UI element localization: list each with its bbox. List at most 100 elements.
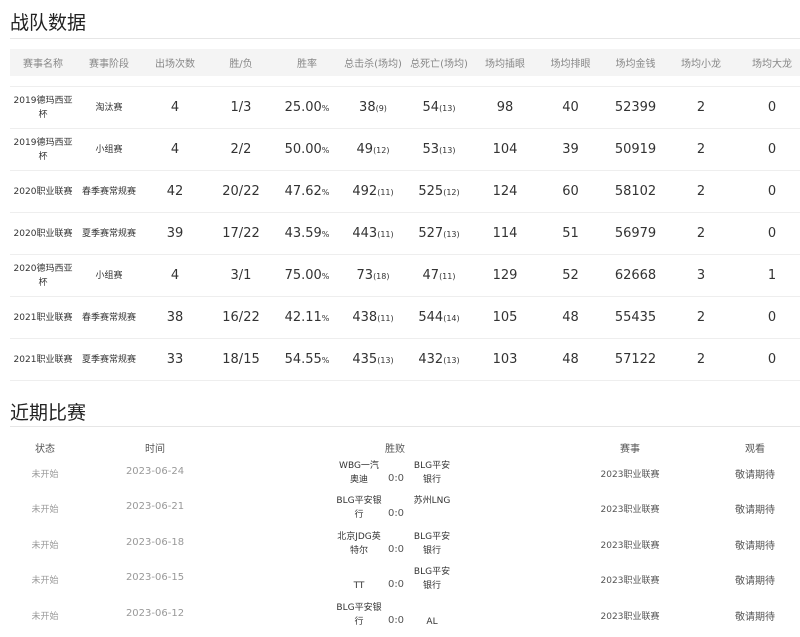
- win-loss: 1/3: [230, 100, 252, 115]
- total-kills: 49: [356, 142, 374, 157]
- event-name: 2019德玛西亚杯: [13, 95, 73, 120]
- match-time: 2023-06-12: [125, 608, 185, 619]
- total-kills: 492: [352, 184, 378, 199]
- away-team: BLG平安银行: [413, 567, 451, 591]
- table-cell: 1/3: [208, 86, 274, 129]
- match-event: 2023职业联赛: [600, 612, 660, 622]
- stage-name: 春季赛常规赛: [81, 312, 136, 323]
- table-cell: 2021职业联赛: [10, 338, 76, 381]
- column-header-watch: 观看: [745, 444, 765, 455]
- column-header: 胜率: [274, 49, 340, 76]
- table-cell: 淘汰赛: [76, 86, 142, 129]
- column-header: 场均大龙: [734, 49, 800, 76]
- avg-gold: 57122: [614, 352, 657, 367]
- win-rate-unit: %: [321, 146, 330, 155]
- match-score: 0:0: [387, 508, 405, 519]
- avg-barons: 0: [767, 184, 777, 199]
- match-time: 2023-06-18: [125, 537, 185, 548]
- total-kills: 73: [356, 268, 374, 283]
- column-header: 出场次数: [142, 49, 208, 76]
- table-cell: 3: [668, 254, 734, 297]
- watch-link[interactable]: 敬请期待: [725, 608, 785, 623]
- total-deaths: 53: [422, 142, 440, 157]
- table-cell: 小组赛: [76, 254, 142, 297]
- table-row: 2019德玛西亚杯 小组赛 4 2/2 50.00% 49(12) 53(13) 104 39 5…: [10, 128, 800, 171]
- table-cell: 103: [472, 338, 538, 381]
- table-cell: 2020职业联赛: [10, 170, 76, 213]
- match-row: 未开始 2023-06-24 WBG一汽奥迪 0:0 BLG平安银行 2023职…: [10, 459, 800, 495]
- event-name: 2020德玛西亚杯: [13, 263, 73, 288]
- table-cell: 0: [734, 338, 800, 381]
- table-cell: 3/1: [208, 254, 274, 297]
- table-cell: 4: [142, 86, 208, 129]
- played-count: 38: [166, 310, 184, 325]
- table-cell: 2/2: [208, 128, 274, 171]
- match-status: 未开始: [31, 505, 59, 515]
- table-cell: 60: [538, 170, 603, 213]
- deaths-average: (12): [443, 188, 460, 197]
- watch-link[interactable]: 敬请期待: [725, 572, 785, 587]
- avg-wards-cleared: 60: [562, 184, 579, 199]
- watch-link[interactable]: 敬请期待: [725, 466, 785, 481]
- win-rate: 25.00: [284, 100, 322, 115]
- win-rate: 50.00: [284, 142, 322, 157]
- watch-link[interactable]: 敬请期待: [725, 501, 785, 516]
- table-row: 2020职业联赛 夏季赛常规赛 39 17/22 43.59% 443(11) 527(13…: [10, 212, 800, 255]
- avg-wards: 103: [492, 352, 518, 367]
- away-team: AL: [426, 617, 438, 627]
- avg-barons: 0: [767, 142, 777, 157]
- avg-wards-cleared: 48: [562, 352, 579, 367]
- win-loss: 17/22: [222, 226, 260, 241]
- total-kills: 438: [352, 310, 378, 325]
- total-deaths: 54: [422, 100, 440, 115]
- avg-barons: 0: [767, 100, 777, 115]
- team-stats-table: 赛事名称 赛事阶段 出场次数 胜/负 胜率 总击杀(场均) 总死亡(场均) 场均…: [10, 49, 800, 381]
- table-cell: 2: [668, 338, 734, 381]
- table-cell: 50.00%: [274, 128, 340, 171]
- total-deaths: 525: [418, 184, 444, 199]
- match-row: 未开始 2023-06-21 BLG平安银行 0:0 苏州LNG 2023职业联…: [10, 494, 800, 530]
- home-team: 北京JDG英特尔: [337, 532, 381, 556]
- recent-matches-title: 近期比赛: [10, 402, 87, 424]
- column-header: 赛事阶段: [76, 49, 142, 76]
- avg-dragons: 2: [696, 352, 706, 367]
- recent-matches-header: 状态 时间 胜败 赛事 观看: [10, 440, 800, 455]
- avg-wards-cleared: 48: [562, 310, 579, 325]
- watch-link[interactable]: 敬请期待: [725, 537, 785, 552]
- table-row: 2021职业联赛 春季赛常规赛 38 16/22 42.11% 438(11) 544(14…: [10, 296, 800, 339]
- match-time: 2023-06-15: [125, 572, 185, 583]
- table-cell: 2: [668, 170, 734, 213]
- table-cell: 39: [142, 212, 208, 255]
- kills-average: (18): [373, 272, 390, 281]
- avg-gold: 56979: [614, 226, 657, 241]
- table-cell: 443(11): [340, 212, 406, 255]
- table-cell: 20/22: [208, 170, 274, 213]
- table-cell: 43.59%: [274, 212, 340, 255]
- table-cell: 48: [538, 296, 603, 339]
- column-header: 总击杀(场均): [340, 49, 406, 76]
- event-name: 2021职业联赛: [13, 312, 73, 323]
- table-cell: 432(13): [406, 338, 472, 381]
- table-cell: 39: [538, 128, 603, 171]
- avg-wards: 124: [492, 184, 518, 199]
- table-cell: 52399: [603, 86, 668, 129]
- win-rate: 43.59: [284, 226, 322, 241]
- event-name: 2019德玛西亚杯: [13, 137, 73, 162]
- avg-barons: 0: [767, 310, 777, 325]
- home-team: BLG平安银行: [336, 496, 382, 520]
- table-cell: 4: [142, 128, 208, 171]
- total-kills: 443: [352, 226, 378, 241]
- win-rate-unit: %: [321, 314, 330, 323]
- table-cell: 53(13): [406, 128, 472, 171]
- match-status: 未开始: [31, 576, 59, 586]
- total-deaths: 432: [418, 352, 444, 367]
- table-cell: 40: [538, 86, 603, 129]
- match-row: 未开始 2023-06-15 TT 0:0 BLG平安银行 2023职业联赛 敬…: [10, 565, 800, 601]
- table-cell: 2: [668, 86, 734, 129]
- table-cell: 124: [472, 170, 538, 213]
- avg-wards-cleared: 40: [562, 100, 579, 115]
- table-row: 2021职业联赛 夏季赛常规赛 33 18/15 54.55% 435(13) 432(13…: [10, 338, 800, 381]
- table-cell: 58102: [603, 170, 668, 213]
- column-header: 场均插眼: [472, 49, 538, 76]
- away-team: 苏州LNG: [413, 496, 451, 506]
